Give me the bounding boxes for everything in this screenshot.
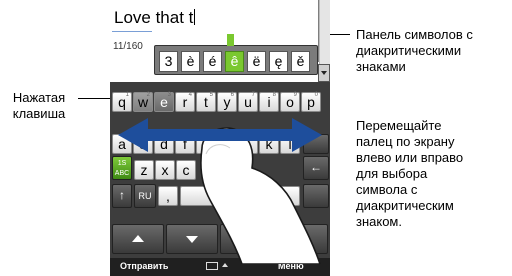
swipe-arrow-icon bbox=[118, 118, 322, 152]
phone-screen: Love that t 11/160 1q 2w 3e 4r 5t 6y 7u … bbox=[110, 0, 330, 276]
pressed-key-callout: Нажатая клавиша bbox=[12, 90, 66, 121]
swipe-hint-callout: Перемещайте палец по экрану влево или вп… bbox=[356, 118, 464, 229]
diacritic-panel-callout: Панель символов с диакритическими знакам… bbox=[356, 27, 473, 74]
